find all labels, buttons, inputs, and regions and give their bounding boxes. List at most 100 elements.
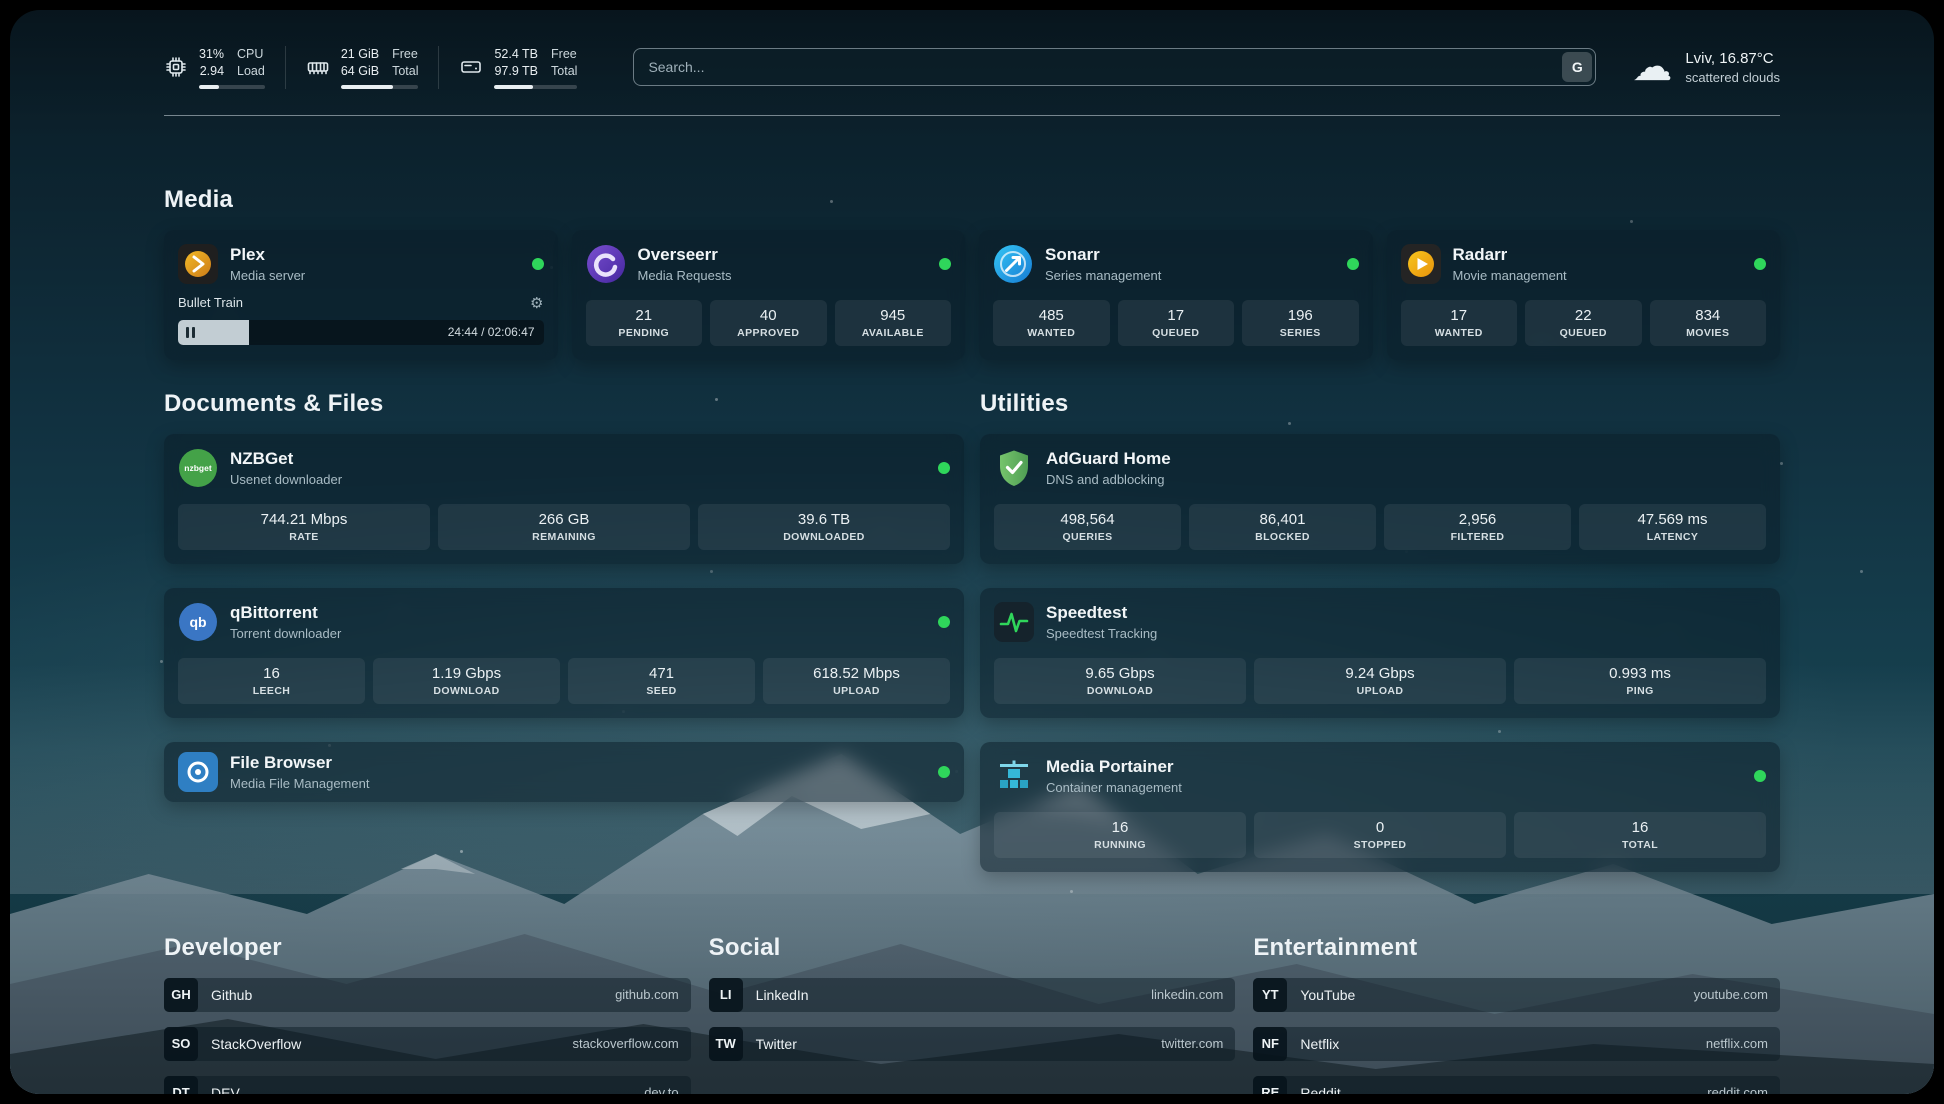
pause-icon[interactable] [186,327,195,338]
app-subtitle: DNS and adblocking [1046,472,1171,487]
status-dot [532,258,544,270]
stat-upload: 618.52 Mbps UPLOAD [763,658,950,704]
svg-text:nzbget: nzbget [184,463,212,473]
bookmark-dev[interactable]: DT DEV dev.to [164,1076,691,1094]
app-card-portainer[interactable]: Media Portainer Container management 16 … [980,742,1780,872]
bookmark-abbr: TW [709,1027,743,1061]
stat-pending: 21 PENDING [586,300,703,346]
cpu-percent: 31% [199,46,224,63]
app-card-overseerr[interactable]: Overseerr Media Requests 21 PENDING 40 A… [572,230,966,360]
app-name: Speedtest [1046,603,1157,623]
stat-download: 1.19 Gbps DOWNLOAD [373,658,560,704]
search-input[interactable] [633,48,1596,86]
status-dot [1754,258,1766,270]
stat-upload: 9.24 Gbps UPLOAD [1254,658,1506,704]
app-card-qbittorrent[interactable]: qb qBittorrent Torrent downloader [164,588,964,718]
app-name: Radarr [1453,245,1567,265]
bookmark-url: stackoverflow.com [572,1036,678,1051]
playback-progress-bar[interactable]: 24:44 / 02:06:47 [178,320,544,345]
bookmark-url: github.com [615,987,679,1002]
disk-total-value: 97.9 TB [494,63,538,80]
stat-rate: 744.21 Mbps RATE [178,504,430,550]
portainer-crane-icon [994,756,1034,796]
cpu-label: CPU [237,46,265,63]
top-bar: 31% 2.94 CPU Load [164,46,1780,89]
bookmark-netflix[interactable]: NF Netflix netflix.com [1253,1027,1780,1061]
stat-leech: 16 LEECH [178,658,365,704]
now-playing-title: Bullet Train [178,295,243,310]
app-card-speedtest[interactable]: Speedtest Speedtest Tracking 9.65 Gbps D… [980,588,1780,718]
app-card-plex[interactable]: Plex Media server Bullet Train ⚙ 24:44 /… [164,230,558,360]
disk-total-label: Total [551,63,577,80]
qbittorrent-icon: qb [178,602,218,642]
app-card-filebrowser[interactable]: File Browser Media File Management [164,742,964,802]
ram-free-value: 21 GiB [341,46,379,63]
bookmark-reddit[interactable]: RE Reddit reddit.com [1253,1076,1780,1094]
plex-icon [178,244,218,284]
overseerr-icon [586,244,626,284]
media-section: Media Plex [164,186,1780,360]
stat-queued: 17 QUEUED [1118,300,1235,346]
stat-queued: 22 QUEUED [1525,300,1642,346]
social-section-title: Social [709,934,1236,962]
app-card-sonarr[interactable]: Sonarr Series management 485 WANTED 17 Q… [979,230,1373,360]
speedtest-pulse-icon [994,602,1034,642]
cloud-icon: ☁ [1632,47,1672,87]
utilities-section-title: Utilities [980,390,1780,418]
bookmark-url: dev.to [644,1085,678,1094]
app-name: Media Portainer [1046,757,1182,777]
app-subtitle: Movie management [1453,268,1567,283]
stat-total: 16 TOTAL [1514,812,1766,858]
stat-series: 196 SERIES [1242,300,1359,346]
stat-wanted: 17 WANTED [1401,300,1518,346]
radarr-icon [1401,244,1441,284]
ram-progress-bar [341,85,419,89]
entertainment-section: Entertainment YT YouTube youtube.com NF … [1253,934,1780,1094]
app-name: NZBGet [230,449,342,469]
app-name: File Browser [230,753,369,773]
search-engine-badge[interactable]: G [1562,52,1592,82]
cpu-progress-bar [199,85,265,89]
app-card-nzbget[interactable]: nzbget NZBGet Usenet downloader 74 [164,434,964,564]
social-section: Social LI LinkedIn linkedin.com TW Twitt… [709,934,1236,1094]
ram-free-label: Free [392,46,418,63]
bookmark-stackoverflow[interactable]: SO StackOverflow stackoverflow.com [164,1027,691,1061]
cpu-chip-icon [164,55,188,79]
cpu-load-label: Load [237,63,265,80]
playback-time: 24:44 / 02:06:47 [448,325,544,339]
bookmark-abbr: DT [164,1076,198,1094]
status-dot [939,258,951,270]
bookmark-name: Reddit [1300,1085,1340,1094]
bookmark-abbr: RE [1253,1076,1287,1094]
app-subtitle: Media server [230,268,305,283]
filebrowser-icon [178,752,218,792]
gear-icon[interactable]: ⚙ [530,294,543,312]
disk-free-label: Free [551,46,577,63]
bookmark-twitter[interactable]: TW Twitter twitter.com [709,1027,1236,1061]
developer-section-title: Developer [164,934,691,962]
app-subtitle: Usenet downloader [230,472,342,487]
stat-ping: 0.993 ms PING [1514,658,1766,704]
utilities-section: Utilities [980,390,1780,872]
bookmark-abbr: LI [709,978,743,1012]
media-section-title: Media [164,186,1780,214]
bookmark-youtube[interactable]: YT YouTube youtube.com [1253,978,1780,1012]
search-bar: G [633,48,1596,86]
status-dot [1754,770,1766,782]
stat-download: 9.65 Gbps DOWNLOAD [994,658,1246,704]
app-subtitle: Series management [1045,268,1161,283]
status-dot [938,616,950,628]
status-dot [938,766,950,778]
stat-latency: 47.569 ms LATENCY [1579,504,1766,550]
nzbget-icon: nzbget [178,448,218,488]
weather-widget: ☁ Lviv, 16.87°C scattered clouds [1632,47,1780,87]
disk-progress-bar [494,85,577,89]
bookmark-url: twitter.com [1161,1036,1223,1051]
bookmark-linkedin[interactable]: LI LinkedIn linkedin.com [709,978,1236,1012]
stat-queries: 498,564 QUERIES [994,504,1181,550]
app-card-radarr[interactable]: Radarr Movie management 17 WANTED 22 QUE… [1387,230,1781,360]
app-card-adguard[interactable]: AdGuard Home DNS and adblocking 498,564 … [980,434,1780,564]
app-subtitle: Container management [1046,780,1182,795]
bookmark-github[interactable]: GH Github github.com [164,978,691,1012]
stat-wanted: 485 WANTED [993,300,1110,346]
